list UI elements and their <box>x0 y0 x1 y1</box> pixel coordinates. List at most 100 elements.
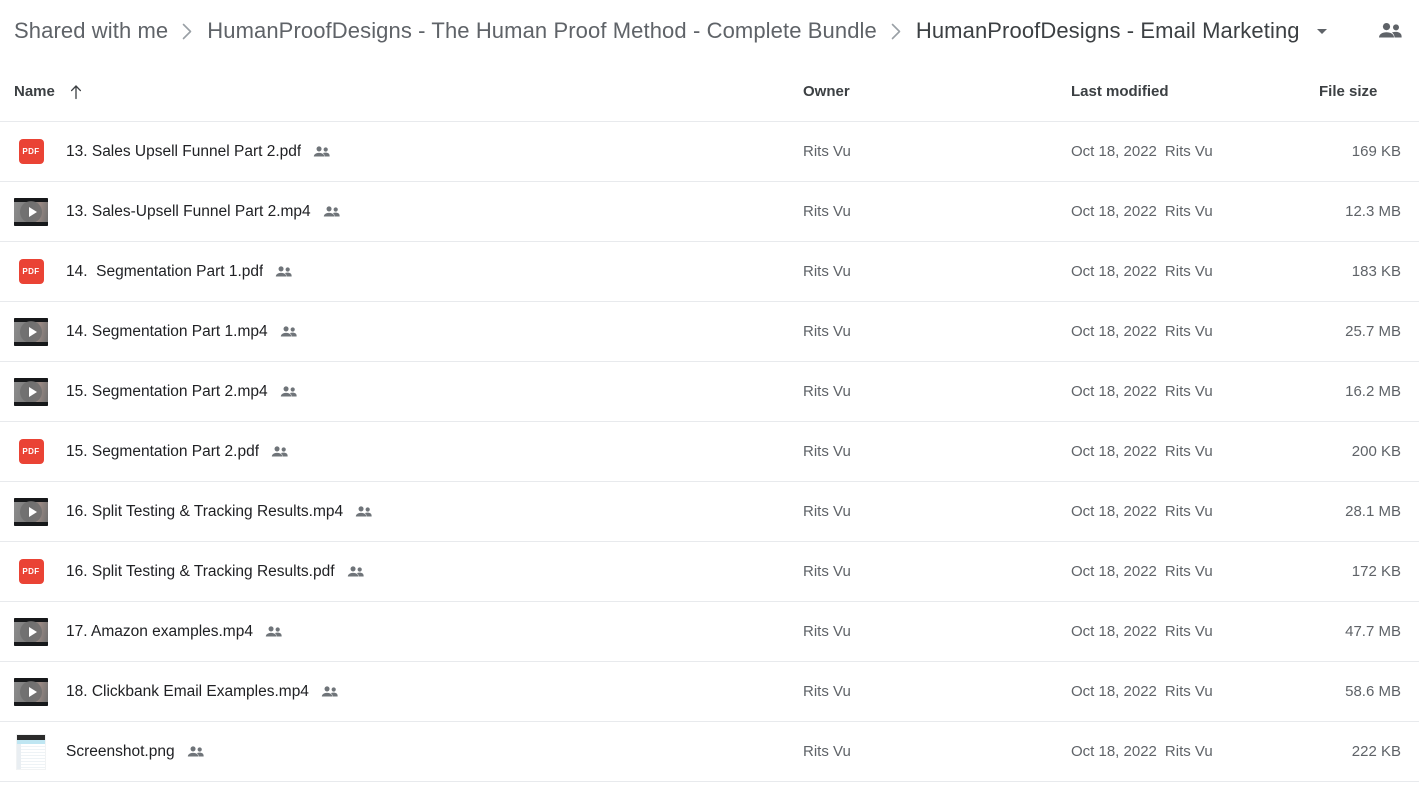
arrow-up-icon[interactable] <box>69 84 83 100</box>
file-name-cell[interactable]: PDF 16. Split Testing & Tracking Results.… <box>14 558 803 586</box>
last-modified-by: Rits Vu <box>1164 503 1213 520</box>
file-type-icon <box>14 317 48 346</box>
people-shared-icon <box>274 265 293 279</box>
file-last-modified-cell: Oct 18, 2022 Rits Vu <box>1071 323 1319 340</box>
drive-file-browser: Shared with me HumanProofDesigns - The H… <box>0 0 1419 786</box>
table-column-headers: Name Owner Last modified File size <box>0 62 1419 122</box>
column-header-file-size[interactable]: File size <box>1319 83 1419 100</box>
file-size-cell: 28.1 MB <box>1345 503 1401 520</box>
table-row[interactable]: PDF 14. Segmentation Part 1.pdf Rits Vu Oct… <box>0 242 1419 302</box>
file-owner-cell: Rits Vu <box>803 383 851 400</box>
table-row[interactable]: 14. Segmentation Part 1.mp4 Rits Vu Oct 18… <box>0 302 1419 362</box>
chevron-right-icon <box>891 23 902 40</box>
file-size-cell: 12.3 MB <box>1345 203 1401 220</box>
pdf-file-icon: PDF <box>18 559 44 584</box>
last-modified-date: Oct 18, 2022 <box>1071 443 1157 460</box>
breadcrumb-item-shared-with-me[interactable]: Shared with me <box>14 18 168 44</box>
file-size-cell: 169 KB <box>1351 143 1401 160</box>
column-header-last-modified[interactable]: Last modified <box>1071 83 1319 100</box>
people-shared-icon <box>279 385 298 399</box>
people-shared-icon <box>186 745 205 759</box>
people-shared-icon <box>264 625 283 639</box>
file-name-cell[interactable]: 13. Sales-Upsell Funnel Part 2.mp4 <box>14 197 803 226</box>
file-name-label: 18. Clickbank Email Examples.mp4 <box>66 682 309 700</box>
file-name-cell[interactable]: 15. Segmentation Part 2.mp4 <box>14 377 803 406</box>
file-name-cell[interactable]: 17. Amazon examples.mp4 <box>14 617 803 646</box>
breadcrumb: Shared with me HumanProofDesigns - The H… <box>0 0 1419 62</box>
file-name-label: 13. Sales Upsell Funnel Part 2.pdf <box>66 142 302 160</box>
table-row[interactable]: PDF 16. Split Testing & Tracking Results.… <box>0 542 1419 602</box>
file-name-cell[interactable]: Screenshot.png <box>14 733 803 770</box>
file-name-cell[interactable]: 14. Segmentation Part 1.mp4 <box>14 317 803 346</box>
last-modified-date: Oct 18, 2022 <box>1071 503 1157 520</box>
breadcrumb-item-bundle[interactable]: HumanProofDesigns - The Human Proof Meth… <box>207 18 877 44</box>
file-name-label: 13. Sales-Upsell Funnel Part 2.mp4 <box>66 202 311 220</box>
people-shared-icon <box>279 325 298 339</box>
file-type-icon <box>14 617 48 646</box>
last-modified-by: Rits Vu <box>1164 263 1213 280</box>
table-row[interactable]: 13. Sales-Upsell Funnel Part 2.mp4 Rits V… <box>0 182 1419 242</box>
table-row[interactable]: 15. Segmentation Part 2.mp4 Rits Vu Oct 18… <box>0 362 1419 422</box>
table-row[interactable]: PDF 15. Segmentation Part 2.pdf Rits Vu Oct… <box>0 422 1419 482</box>
file-size-cell: 172 KB <box>1351 563 1401 580</box>
people-shared-icon <box>312 145 331 159</box>
last-modified-by: Rits Vu <box>1164 623 1213 640</box>
file-name-cell[interactable]: 18. Clickbank Email Examples.mp4 <box>14 677 803 706</box>
table-row[interactable]: 17. Amazon examples.mp4 Rits Vu Oct 18, 20… <box>0 602 1419 662</box>
file-type-icon: PDF <box>14 558 48 586</box>
chevron-down-icon[interactable] <box>1314 23 1330 39</box>
table-row[interactable]: 18. Clickbank Email Examples.mp4 Rits Vu O… <box>0 662 1419 722</box>
last-modified-by: Rits Vu <box>1164 443 1213 460</box>
video-file-icon <box>14 317 48 346</box>
table-row[interactable]: Screenshot.png Rits Vu Oct 18, 2022 Rits Vu… <box>0 722 1419 782</box>
image-file-icon <box>16 733 46 770</box>
pdf-file-icon: PDF <box>18 439 44 464</box>
file-owner-cell: Rits Vu <box>803 203 851 220</box>
file-size-cell: 47.7 MB <box>1345 623 1401 640</box>
video-file-icon <box>14 197 48 226</box>
file-name-cell[interactable]: PDF 13. Sales Upsell Funnel Part 2.pdf <box>14 138 803 166</box>
file-type-icon <box>14 677 48 706</box>
file-name-cell[interactable]: PDF 14. Segmentation Part 1.pdf <box>14 258 803 286</box>
column-header-name[interactable]: Name <box>14 83 803 100</box>
last-modified-by: Rits Vu <box>1164 203 1213 220</box>
file-owner-cell: Rits Vu <box>803 563 851 580</box>
file-name-label: 15. Segmentation Part 2.mp4 <box>66 382 268 400</box>
video-file-icon <box>14 497 48 526</box>
file-name-label: 16. Split Testing & Tracking Results.mp4 <box>66 502 344 520</box>
pdf-file-icon: PDF <box>18 259 44 284</box>
video-file-icon <box>14 617 48 646</box>
people-shared-icon <box>322 205 341 219</box>
file-last-modified-cell: Oct 18, 2022 Rits Vu <box>1071 623 1319 640</box>
file-size-cell: 16.2 MB <box>1345 383 1401 400</box>
file-last-modified-cell: Oct 18, 2022 Rits Vu <box>1071 383 1319 400</box>
pdf-file-icon: PDF <box>18 139 44 164</box>
last-modified-by: Rits Vu <box>1164 683 1213 700</box>
column-header-name-label: Name <box>14 83 55 100</box>
breadcrumb-item-current-folder[interactable]: HumanProofDesigns - Email Marketing <box>916 18 1300 44</box>
last-modified-date: Oct 18, 2022 <box>1071 623 1157 640</box>
file-name-cell[interactable]: 16. Split Testing & Tracking Results.mp4 <box>14 497 803 526</box>
file-last-modified-cell: Oct 18, 2022 Rits Vu <box>1071 263 1319 280</box>
last-modified-by: Rits Vu <box>1164 563 1213 580</box>
file-owner-cell: Rits Vu <box>803 263 851 280</box>
people-shared-icon <box>346 565 365 579</box>
file-name-label: Screenshot.png <box>66 742 175 760</box>
file-type-icon <box>14 197 48 226</box>
last-modified-by: Rits Vu <box>1164 383 1213 400</box>
video-file-icon <box>14 377 48 406</box>
file-last-modified-cell: Oct 18, 2022 Rits Vu <box>1071 683 1319 700</box>
file-last-modified-cell: Oct 18, 2022 Rits Vu <box>1071 203 1319 220</box>
file-name-label: 15. Segmentation Part 2.pdf <box>66 442 260 460</box>
file-type-icon: PDF <box>14 258 48 286</box>
column-header-owner[interactable]: Owner <box>803 83 1071 100</box>
last-modified-date: Oct 18, 2022 <box>1071 743 1157 760</box>
people-shared-icon[interactable] <box>1377 21 1403 41</box>
last-modified-date: Oct 18, 2022 <box>1071 383 1157 400</box>
file-type-icon <box>14 733 48 770</box>
file-name-cell[interactable]: PDF 15. Segmentation Part 2.pdf <box>14 438 803 466</box>
table-row[interactable]: 16. Split Testing & Tracking Results.mp4… <box>0 482 1419 542</box>
file-owner-cell: Rits Vu <box>803 743 851 760</box>
table-row[interactable]: PDF 13. Sales Upsell Funnel Part 2.pdf Rit… <box>0 122 1419 182</box>
file-type-icon <box>14 497 48 526</box>
